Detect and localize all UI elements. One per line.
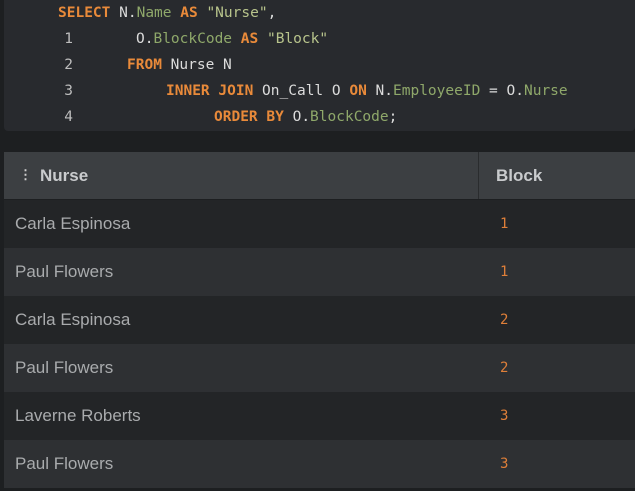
sql-field: BlockCode <box>153 31 233 47</box>
code-line-4[interactable]: 4 INNER JOIN On_Call O ON N.EmployeeID =… <box>4 78 567 125</box>
sql-identifier: O <box>136 31 145 47</box>
sql-identifier: On_Call O <box>253 83 350 99</box>
sql-identifier: Nurse N <box>161 57 232 73</box>
line-number: 5 <box>39 130 73 131</box>
sql-identifier: = O <box>480 83 516 99</box>
sql-field: EmployeeID <box>393 83 481 99</box>
sql-identifier: N <box>119 5 128 21</box>
column-handle-icon[interactable]: ⋮ <box>19 168 32 181</box>
table-row[interactable]: Paul Flowers 2 <box>4 344 635 392</box>
sql-punctuation: . <box>384 83 394 99</box>
column-header-label: Nurse <box>40 166 89 185</box>
nurse-cell: Laverne Roberts <box>15 406 141 425</box>
sql-editor[interactable]: 1 SELECT N.Name AS "Nurse", 2 O.BlockCod… <box>4 0 635 131</box>
table-row[interactable]: Paul Flowers 1 <box>4 248 635 296</box>
sql-punctuation: ; <box>388 109 398 125</box>
sql-identifier: O <box>283 109 302 125</box>
code-text[interactable]: SELECT N.Name AS "Nurse", <box>58 0 276 26</box>
nurse-cell: Paul Flowers <box>15 262 114 281</box>
sql-keyword: INNER JOIN <box>166 83 254 99</box>
nurse-cell: Carla Espinosa <box>15 214 131 233</box>
column-header-nurse[interactable]: ⋮ Nurse <box>4 152 479 199</box>
code-line-2[interactable]: 2 O.BlockCode AS "Block" <box>4 26 328 73</box>
nurse-cell: Carla Espinosa <box>15 310 131 329</box>
code-text[interactable]: FROM Nurse N <box>127 52 232 78</box>
results-table: ⋮ Nurse Block Carla Espinosa 1 Paul Flow… <box>4 152 635 491</box>
table-row[interactable]: Carla Espinosa 1 <box>4 200 635 248</box>
sql-keyword: ORDER BY <box>214 109 284 125</box>
sql-keyword: ON <box>349 83 367 99</box>
sql-string: "Nurse" <box>206 5 268 21</box>
nurse-cell: Paul Flowers <box>15 358 114 377</box>
code-line-5[interactable]: 5 ORDER BY O.BlockCode; <box>4 104 397 131</box>
table-row[interactable]: Paul Flowers 3 <box>4 440 635 488</box>
column-header-block[interactable]: Block <box>479 152 635 199</box>
nurse-cell: Paul Flowers <box>15 454 114 473</box>
block-cell: 3 <box>500 408 509 424</box>
block-cell: 3 <box>500 456 509 472</box>
sql-keyword: SELECT <box>58 5 111 21</box>
column-header-label: Block <box>496 166 543 185</box>
block-cell: 1 <box>500 264 509 280</box>
sql-punctuation: , <box>267 5 277 21</box>
block-cell: 2 <box>500 360 509 376</box>
sql-keyword: AS <box>180 5 198 21</box>
sql-punctuation <box>258 31 267 47</box>
table-row[interactable]: Laverne Roberts 3 <box>4 392 635 440</box>
table-header: ⋮ Nurse Block <box>4 152 635 199</box>
block-cell: 1 <box>500 216 509 232</box>
sql-punctuation <box>232 31 241 47</box>
sql-punctuation: . <box>515 83 524 99</box>
block-cell: 2 <box>500 312 509 328</box>
code-text[interactable]: INNER JOIN On_Call O ON N.EmployeeID = O… <box>166 78 568 104</box>
sql-punctuation <box>110 5 119 21</box>
sql-keyword: AS <box>240 31 259 47</box>
code-line-3[interactable]: 3 FROM Nurse N <box>4 52 232 99</box>
sql-keyword: FROM <box>127 57 162 73</box>
sql-punctuation: . <box>127 5 137 21</box>
sql-field: Nurse <box>523 83 568 99</box>
code-text[interactable]: O.BlockCode AS "Block" <box>136 26 328 52</box>
sql-string: "Block" <box>266 31 329 47</box>
sql-punctuation <box>172 5 181 21</box>
sql-punctuation: . <box>301 109 311 125</box>
sql-field: BlockCode <box>310 109 389 125</box>
sql-field: Name <box>136 5 172 21</box>
sql-identifier: N <box>366 83 385 99</box>
code-line-1[interactable]: 1 SELECT N.Name AS "Nurse", <box>4 0 276 47</box>
code-text[interactable]: ORDER BY O.BlockCode; <box>214 104 397 130</box>
table-row[interactable]: Carla Espinosa 2 <box>4 296 635 344</box>
